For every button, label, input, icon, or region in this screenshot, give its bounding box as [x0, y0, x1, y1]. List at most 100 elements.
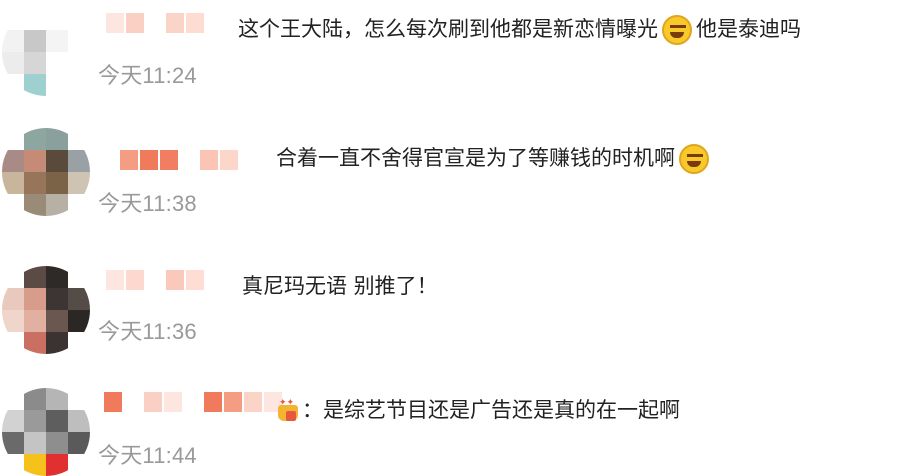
avatar-pixel [46, 128, 68, 150]
username-pixel [106, 13, 124, 33]
avatar-pixel [2, 454, 24, 476]
avatar-pixel [24, 150, 46, 172]
avatar-pixel [24, 266, 46, 288]
username[interactable] [104, 392, 282, 412]
comment-text-main: 真尼玛无语 别推了！ [242, 274, 438, 298]
username[interactable] [120, 150, 238, 170]
avatar-pixel [68, 454, 90, 476]
avatar-pixel [24, 30, 46, 52]
timestamp: 今天11:44 [98, 443, 197, 468]
avatar-pixel [46, 172, 68, 194]
avatar-pixel [46, 288, 68, 310]
avatar-pixel [2, 30, 24, 52]
avatar-pixel [24, 8, 46, 30]
avatar-pixel [2, 8, 24, 30]
avatar-pixel [68, 266, 90, 288]
avatar-pixel [68, 128, 90, 150]
username-pixel [180, 150, 198, 170]
avatar[interactable] [2, 388, 90, 476]
avatar-pixel [46, 74, 68, 96]
avatar-pixel [2, 310, 24, 332]
username-pixel [200, 150, 218, 170]
comment-text: 合着一直不舍得官宣是为了等赚钱的时机啊 [276, 142, 713, 174]
avatar-pixel [68, 194, 90, 216]
sweat-smile-emoji-icon [662, 15, 692, 45]
avatar-pixel [24, 310, 46, 332]
comment-item: 合着一直不舍得官宣是为了等赚钱的时机啊 今天11:38 [0, 118, 900, 236]
timestamp: 今天11:36 [98, 319, 197, 344]
comment-text: 真尼玛无语 别推了！ [242, 270, 438, 300]
avatar-pixel [2, 150, 24, 172]
avatar-pixel [24, 388, 46, 410]
avatar[interactable] [2, 8, 90, 96]
avatar-pixel [68, 432, 90, 454]
avatar-pixel [46, 388, 68, 410]
avatar[interactable] [2, 266, 90, 354]
avatar-pixel [46, 266, 68, 288]
avatar-pixel [46, 310, 68, 332]
avatar-pixel [24, 172, 46, 194]
username-pixel [126, 270, 144, 290]
username-pixel [224, 392, 242, 412]
avatar-pixel [24, 332, 46, 354]
username-pixel [220, 150, 238, 170]
username-pixel [124, 392, 142, 412]
avatar-pixel [2, 332, 24, 354]
avatar-pixel [24, 432, 46, 454]
username-pixel [146, 13, 164, 33]
avatar-pixel [2, 194, 24, 216]
avatar-pixel [68, 8, 90, 30]
avatar-pixel [68, 30, 90, 52]
username[interactable] [106, 270, 204, 290]
avatar-pixel [24, 410, 46, 432]
comment-text: ✦✦ ：是综艺节目还是广告还是真的在一起啊 [276, 394, 680, 424]
avatar-pixel [2, 52, 24, 74]
username-pixel [186, 13, 204, 33]
avatar-pixel [68, 150, 90, 172]
avatar-pixel [68, 52, 90, 74]
avatar-pixel [2, 410, 24, 432]
avatar-pixel [68, 172, 90, 194]
comment-text-main: ：是综艺节目还是广告还是真的在一起啊 [302, 398, 680, 422]
avatar-pixel [24, 74, 46, 96]
avatar-pixel [68, 288, 90, 310]
username-pixel [186, 270, 204, 290]
username-pixel [144, 392, 162, 412]
username-pixel [126, 13, 144, 33]
comment-text-tail: 他是泰迪吗 [696, 17, 801, 41]
username-pixel [166, 270, 184, 290]
avatar-pixel [2, 74, 24, 96]
avatar-pixel [68, 332, 90, 354]
username[interactable] [106, 13, 204, 33]
avatar-pixel [46, 332, 68, 354]
avatar-pixel [68, 388, 90, 410]
avatar-pixel [46, 194, 68, 216]
trophy-badge-icon: ✦✦ [276, 399, 300, 423]
avatar-pixel [2, 388, 24, 410]
comment-text: 这个王大陆，怎么每次刷到他都是新恋情曝光 他是泰迪吗 [238, 13, 801, 45]
avatar-pixel [46, 432, 68, 454]
avatar-pixel [24, 194, 46, 216]
comment-item: 真尼玛无语 别推了！ 今天11:36 [0, 236, 900, 354]
avatar-pixel [2, 288, 24, 310]
username-pixel [166, 13, 184, 33]
avatar[interactable] [2, 128, 90, 216]
avatar-pixel [2, 172, 24, 194]
avatar-pixel [24, 288, 46, 310]
avatar-pixel [46, 150, 68, 172]
comment-item: 这个王大陆，怎么每次刷到他都是新恋情曝光 他是泰迪吗 今天11:24 [0, 0, 900, 118]
avatar-pixel [46, 8, 68, 30]
avatar-pixel [46, 30, 68, 52]
username-pixel [160, 150, 178, 170]
avatar-pixel [2, 432, 24, 454]
avatar-pixel [24, 454, 46, 476]
avatar-pixel [46, 454, 68, 476]
comment-text-main: 合着一直不舍得官宣是为了等赚钱的时机啊 [276, 146, 675, 170]
avatar-pixel [2, 128, 24, 150]
avatar-pixel [68, 410, 90, 432]
avatar-pixel [24, 128, 46, 150]
username-pixel [146, 270, 164, 290]
avatar-pixel [68, 310, 90, 332]
avatar-pixel [24, 52, 46, 74]
timestamp: 今天11:24 [98, 63, 197, 88]
